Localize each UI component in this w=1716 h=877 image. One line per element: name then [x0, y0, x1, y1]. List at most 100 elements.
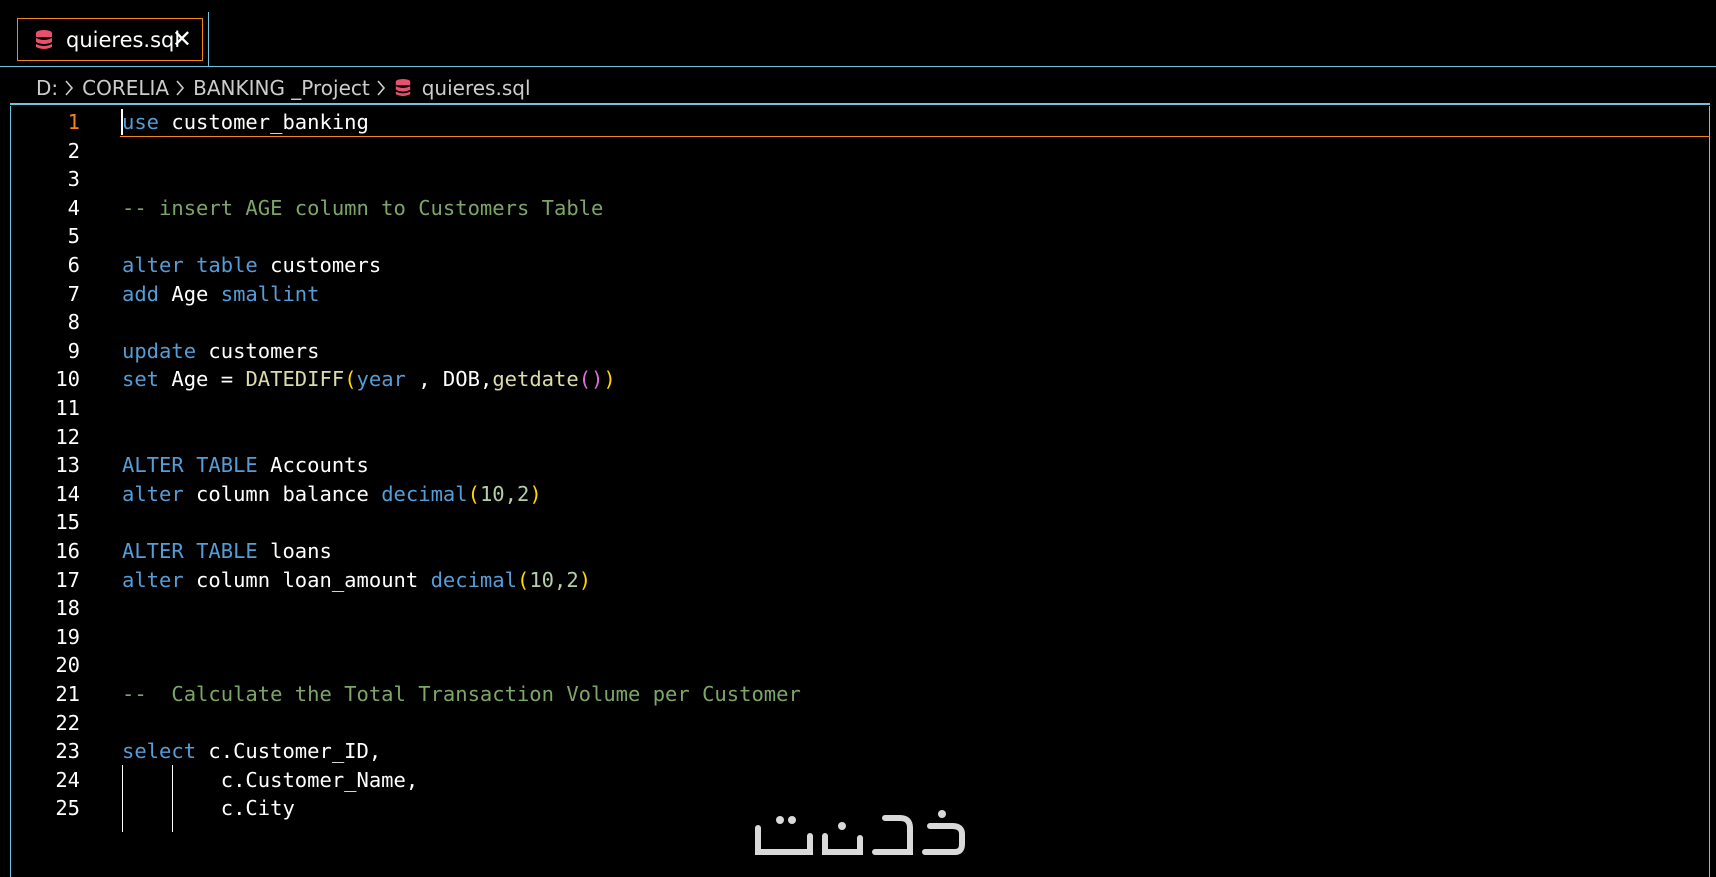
line-number: 23 [55, 739, 80, 764]
code-token: column loan_amount [183, 567, 431, 592]
code-text: select c.Customer_ID, [122, 736, 381, 767]
code-line[interactable]: 19 [0, 622, 1700, 653]
line-number: 10 [55, 367, 80, 392]
line-number: 14 [55, 481, 80, 506]
code-line[interactable]: 6 alter table customers [0, 250, 1700, 281]
code-line[interactable]: 11 [0, 393, 1700, 424]
code-token: TABLE [196, 453, 258, 478]
code-text: add Age smallint [122, 279, 320, 310]
code-text: ALTER TABLE Accounts [122, 450, 369, 481]
code-line[interactable]: 8 [0, 307, 1700, 338]
breadcrumb-item-project[interactable]: BANKING _Project [193, 76, 370, 100]
indent-guide [122, 764, 123, 832]
code-token: DATEDIFF [245, 367, 345, 392]
code-token: ( [467, 481, 480, 506]
code-text: alter table customers [122, 250, 381, 281]
breadcrumb-item-file[interactable]: quieres.sql [422, 76, 531, 100]
line-number: 12 [55, 424, 80, 449]
code-text: -- Calculate the Total Transaction Volum… [122, 679, 801, 710]
code-text: -- insert AGE column to Customers Table [122, 193, 603, 224]
chevron-right-icon [176, 80, 185, 96]
code-line[interactable]: 22 [0, 708, 1700, 739]
code-token: customers [257, 253, 382, 277]
code-line[interactable]: 23 select c.Customer_ID, [0, 736, 1700, 767]
code-token: use [122, 110, 160, 134]
tab-label: quieres.sql [66, 27, 181, 52]
code-line[interactable]: 24 c.Customer_Name, [0, 765, 1700, 796]
code-line[interactable]: 13 ALTER TABLE Accounts [0, 450, 1700, 481]
close-icon[interactable]: ✕ [172, 26, 192, 52]
code-token: column balance [183, 481, 382, 506]
code-text: use customer_banking [122, 107, 369, 138]
code-token: TABLE [196, 539, 258, 563]
code-token: ( [344, 367, 357, 392]
code-token: decimal [381, 481, 468, 506]
line-number: 16 [55, 539, 80, 563]
code-token: ALTER [122, 453, 184, 478]
code-token: -- insert AGE column to Customers Table [122, 195, 604, 220]
line-number: 15 [55, 510, 80, 535]
line-number: 2 [67, 138, 80, 163]
code-line[interactable]: 16 ALTER TABLE loans [0, 536, 1700, 567]
code-token: c.Customer_Name, [122, 767, 419, 792]
code-line[interactable]: 2 [0, 136, 1700, 167]
code-line[interactable]: 1 use customer_banking [0, 107, 1700, 138]
code-line[interactable]: 4 -- insert AGE column to Customers Table [0, 193, 1700, 224]
code-line[interactable]: 20 [0, 650, 1700, 681]
code-token: loans [257, 539, 332, 563]
code-line[interactable]: 9 update customers [0, 336, 1700, 367]
tab-separator [208, 12, 209, 67]
code-token: set [122, 367, 160, 392]
code-line[interactable]: 21 -- Calculate the Total Transaction Vol… [0, 679, 1700, 710]
code-editor[interactable]: 1 use customer_banking 2 3 4 -- insert AGE co… [0, 106, 1716, 877]
code-token: customer_banking [159, 110, 369, 134]
breadcrumb-divider [10, 103, 1710, 105]
line-number: 21 [55, 682, 80, 706]
breadcrumb: D: CORELIA BANKING _Project quieres.sql [36, 74, 531, 102]
code-line[interactable]: 18 [0, 593, 1700, 624]
code-line[interactable]: 3 [0, 164, 1700, 195]
line-number: 6 [67, 253, 80, 277]
code-token: ) [603, 367, 616, 392]
line-number: 13 [55, 453, 80, 478]
line-number: 9 [67, 338, 80, 363]
code-line[interactable]: 15 [0, 507, 1700, 538]
chevron-right-icon [377, 80, 385, 96]
code-token: () [578, 367, 604, 392]
breadcrumb-item-drive[interactable]: D: [36, 76, 58, 100]
code-token: select [122, 739, 197, 764]
database-icon [36, 29, 52, 49]
code-text: ALTER TABLE loans [122, 536, 332, 567]
code-token: ) [578, 567, 592, 592]
code-token: year [356, 367, 406, 392]
code-line[interactable]: 14 alter column balance decimal(10,2) [0, 479, 1700, 510]
logo-watermark [755, 810, 965, 855]
code-token: alter [122, 567, 184, 592]
breadcrumb-item-folder[interactable]: CORELIA [82, 76, 169, 100]
line-number: 3 [67, 167, 80, 192]
editor-tab-quieres-sql[interactable]: quieres.sql ✕ [17, 18, 203, 61]
code-line[interactable]: 12 [0, 422, 1700, 453]
code-line[interactable]: 5 [0, 221, 1700, 252]
code-token: Age = [159, 367, 246, 392]
code-text: alter column loan_amount decimal(10,2) [122, 565, 591, 596]
database-icon [395, 79, 410, 97]
code-text: c.City [122, 793, 295, 824]
code-token: ALTER [122, 539, 184, 563]
line-number: 11 [55, 396, 80, 420]
line-number: 7 [67, 281, 80, 306]
editor-right-border [1709, 106, 1710, 877]
line-number: 8 [67, 310, 80, 335]
chevron-right-icon [65, 80, 74, 96]
code-line[interactable]: 17 alter column loan_amount decimal(10,2) [0, 565, 1700, 596]
code-token: c.Customer_ID, [196, 739, 382, 764]
code-line[interactable]: 7 add Age smallint [0, 279, 1700, 310]
line-number: 24 [55, 767, 80, 792]
code-token: alter [122, 253, 184, 277]
code-line[interactable]: 10 set Age = DATEDIFF(year , DOB,getdate(… [0, 364, 1700, 395]
line-number: 25 [55, 796, 80, 821]
line-number: 5 [67, 224, 80, 249]
code-token: customers [196, 338, 320, 363]
